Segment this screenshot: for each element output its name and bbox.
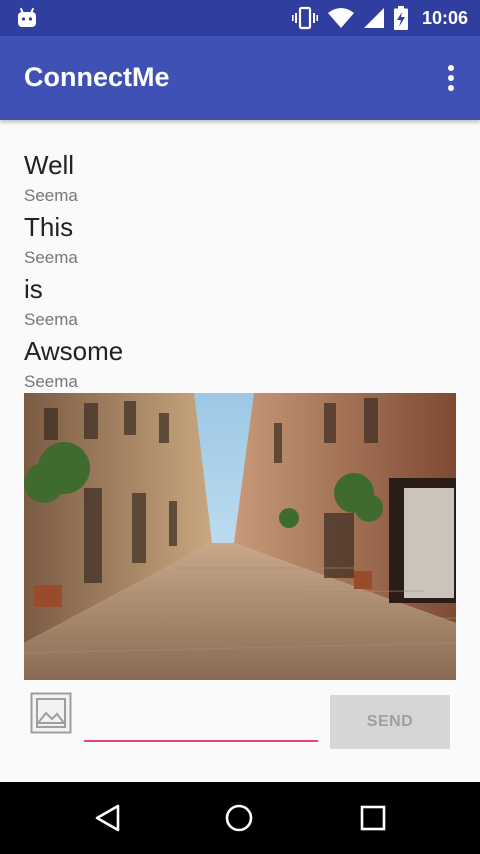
message-author: Seema (24, 310, 78, 329)
signal-icon (363, 8, 384, 28)
app-title: ConnectMe (24, 62, 170, 92)
message-text: Well (24, 150, 75, 180)
app-bar: ConnectMe (0, 36, 480, 120)
back-icon[interactable] (92, 802, 124, 834)
message-item: Awsome Seema (24, 334, 456, 396)
send-button[interactable]: SEND (330, 695, 450, 749)
message-item: is Seema (24, 272, 456, 334)
battery-charging-icon (393, 6, 408, 30)
message-input[interactable] (84, 700, 318, 742)
recents-icon[interactable] (357, 802, 389, 834)
home-icon[interactable] (223, 802, 255, 834)
message-photo (24, 393, 456, 680)
message-composer: SEND (0, 690, 480, 780)
status-bar: 10:06 (0, 0, 480, 36)
message-author: Seema (24, 186, 78, 205)
message-author: Seema (24, 372, 78, 391)
navigation-bar (0, 782, 480, 854)
message-item: This Seema (24, 210, 456, 272)
vibrate-icon (291, 6, 318, 30)
status-time: 10:06 (421, 7, 468, 28)
image-icon[interactable] (30, 692, 72, 734)
message-text: Awsome (24, 336, 124, 366)
android-icon (18, 7, 36, 27)
message-author: Seema (24, 248, 78, 267)
message-text: is (24, 274, 43, 304)
wifi-icon (327, 8, 354, 28)
status-icons: 10:06 (291, 0, 468, 36)
message-item: Well Seema (24, 148, 456, 210)
more-vert-icon[interactable] (446, 64, 456, 92)
message-text: This (24, 212, 74, 242)
street-photo (24, 393, 456, 680)
message-list: Well Seema This Seema is Seema Awsome Se… (24, 148, 456, 396)
